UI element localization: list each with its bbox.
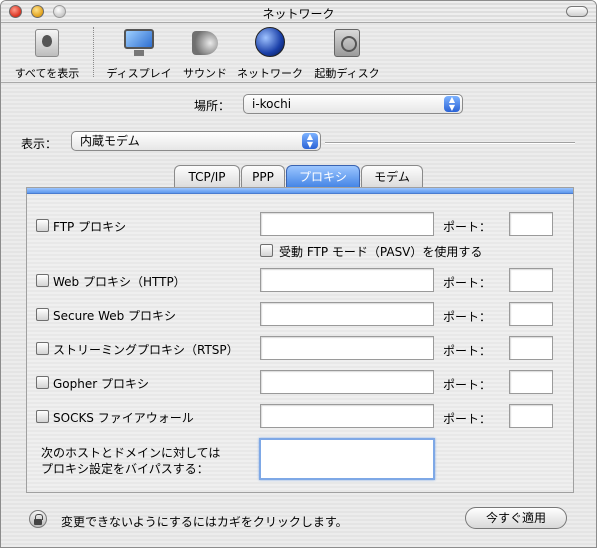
hard-disk-icon [330,27,364,59]
show-label: 表示： [21,137,58,151]
gopher-proxy-label: Gopher プロキシ [53,377,149,391]
toolbar-toggle-button[interactable] [566,6,588,17]
bypass-hosts-field[interactable] [259,438,435,480]
gopher-proxy-server-field[interactable] [260,370,434,394]
toolbar: すべてを表示 ディスプレイ サウンド ネットワーク 起動ディスク [1,23,596,83]
secure-web-port-label: ポート： [443,310,492,324]
ftp-proxy-checkbox[interactable] [36,219,49,232]
location-value: i-kochi [252,97,292,111]
globe-icon [253,27,287,59]
bypass-label-line1: 次のホストとドメインに対しては [41,446,221,460]
show-value: 内蔵モデム [80,134,140,148]
toolbar-network-label: ネットワーク [237,67,303,80]
streaming-proxy-label: ストリーミングプロキシ（RTSP） [53,343,239,357]
secure-web-proxy-server-field[interactable] [260,302,434,326]
web-port-label: ポート： [443,276,492,290]
ftp-port-field[interactable] [509,212,553,236]
toolbar-network[interactable]: ネットワーク [237,27,303,81]
popup-arrows-icon: ▲ ▼ [444,96,460,112]
location-popup[interactable]: i-kochi ▲ ▼ [243,94,463,114]
toolbar-separator [93,27,94,77]
socks-server-field[interactable] [260,404,434,428]
gopher-proxy-checkbox[interactable] [36,376,49,389]
location-label: 場所： [194,99,231,113]
passive-ftp-label: 受動 FTP モード（PASV）を使用する [279,245,483,259]
secure-web-proxy-checkbox[interactable] [36,308,49,321]
streaming-port-label: ポート： [443,344,492,358]
web-port-field[interactable] [509,268,553,292]
secure-web-proxy-label: Secure Web プロキシ [53,309,177,323]
toolbar-sound-label: サウンド [183,67,227,80]
secure-web-port-field[interactable] [509,302,553,326]
title-bar[interactable]: ネットワーク [1,1,596,23]
lock-help-text: 変更できないようにするにはカギをクリックします。 [61,515,348,529]
ftp-proxy-server-field[interactable] [260,212,434,236]
web-proxy-checkbox[interactable] [36,274,49,287]
toolbar-sound[interactable]: サウンド [181,27,229,81]
web-proxy-label: Web プロキシ（HTTP） [53,275,186,289]
network-preferences-window: ネットワーク すべてを表示 ディスプレイ サウンド ネットワーク 起動ディスク [0,0,597,548]
panel-accent-bar [27,188,573,194]
bypass-label-line2: プロキシ設定をバイパスする： [41,462,209,476]
tab-ppp[interactable]: PPP [241,165,285,189]
socks-firewall-checkbox[interactable] [36,410,49,423]
ftp-proxy-label: FTP プロキシ [53,220,127,234]
toolbar-display[interactable]: ディスプレイ [105,27,173,81]
web-proxy-server-field[interactable] [260,268,434,292]
monitor-icon [122,27,156,59]
socks-firewall-label: SOCKS ファイアウォール [53,411,194,425]
show-popup[interactable]: 内蔵モデム ▲ ▼ [71,131,321,151]
popup-arrows-icon: ▲ ▼ [302,133,318,149]
tab-modem[interactable]: モデム [361,165,423,189]
gopher-port-field[interactable] [509,370,553,394]
divider [325,142,575,144]
toolbar-show-all[interactable]: すべてを表示 [9,27,85,81]
tab-tcpip[interactable]: TCP/IP [174,165,240,189]
gopher-port-label: ポート： [443,378,492,392]
toolbar-show-all-label: すべてを表示 [14,67,80,80]
window-title: ネットワーク [262,7,335,21]
streaming-port-field[interactable] [509,336,553,360]
toolbar-display-label: ディスプレイ [106,67,172,80]
proxies-panel: FTP プロキシ ポート： 受動 FTP モード（PASV）を使用する Web … [26,187,574,493]
tab-proxies[interactable]: プロキシ [286,165,360,189]
apple-logo-icon [30,27,64,59]
socks-port-field[interactable] [509,404,553,428]
passive-ftp-checkbox[interactable] [260,244,273,257]
toolbar-startup-disk-label: 起動ディスク [314,67,380,80]
apply-now-button[interactable]: 今すぐ適用 [465,507,567,529]
toolbar-startup-disk[interactable]: 起動ディスク [313,27,381,81]
streaming-proxy-checkbox[interactable] [36,342,49,355]
speaker-icon [188,27,222,59]
ftp-port-label: ポート： [443,220,492,234]
socks-port-label: ポート： [443,412,492,426]
lock-icon[interactable] [29,510,47,528]
streaming-proxy-server-field[interactable] [260,336,434,360]
